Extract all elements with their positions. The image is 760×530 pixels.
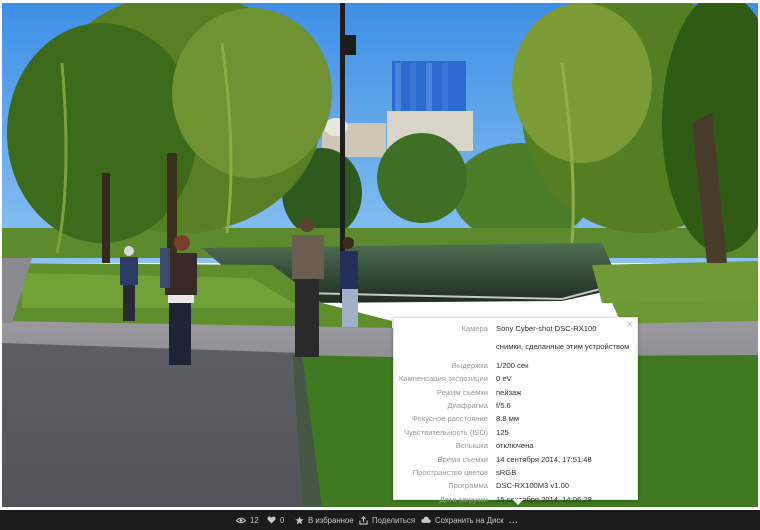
exif-label: Камера xyxy=(461,324,488,333)
exif-row: Вспышка отключена xyxy=(394,439,637,452)
exif-label: Фокусное расстояние xyxy=(411,414,488,424)
eye-icon xyxy=(236,517,246,523)
exif-row: Время съемки 14 сентября 2014, 17:51:48 xyxy=(394,453,637,466)
exif-label: Дата загрузки xyxy=(439,494,488,504)
exif-row: Выдержка 1/200 сек xyxy=(394,359,637,372)
exif-value: 14 сентября 2014, 17:51:48 xyxy=(496,454,592,464)
likes-count: 0 xyxy=(280,515,285,525)
exif-label: Выдержка xyxy=(451,360,488,370)
exif-row: Программа DSC-RX100M3 v1.00 xyxy=(394,479,637,492)
camera-model-link[interactable]: Sony Cyber-shot DSC-RX100 xyxy=(496,322,637,340)
exif-label: Режим съемки xyxy=(436,387,488,397)
exif-value: 1/200 сек xyxy=(496,360,529,370)
like-button[interactable]: 0 xyxy=(267,510,284,530)
exif-label: Вспышка xyxy=(455,441,488,451)
star-icon xyxy=(295,515,304,524)
exif-label: Компенсация экспозиции xyxy=(398,374,488,384)
views-counter: 12 xyxy=(236,510,259,530)
popup-pointer xyxy=(512,499,524,505)
exif-value: 125 xyxy=(496,427,509,437)
more-label: ... xyxy=(509,515,519,525)
exif-table: Камера Sony Cyber-shot DSC-RX100 снимки,… xyxy=(394,322,637,506)
share-button[interactable]: Поделиться xyxy=(359,510,415,530)
save-label: Сохранить на Диск xyxy=(435,515,504,525)
exif-row-camera: Камера Sony Cyber-shot DSC-RX100 xyxy=(394,322,637,340)
exif-value: sRGB xyxy=(496,468,517,478)
exif-row: Фокусное расстояние 8.8 мм xyxy=(394,412,637,425)
exif-row: Чувствительность (ISO) 125 xyxy=(394,426,637,439)
exif-row: Режим съемки пейзаж xyxy=(394,386,637,399)
save-to-disk-button[interactable]: Сохранить на Диск xyxy=(421,510,504,530)
exif-label: Пространство цветов xyxy=(412,468,488,478)
photo-viewer: × Камера Sony Cyber-shot DSC-RX100 снимк… xyxy=(0,0,760,510)
exif-row: Пространство цветов sRGB xyxy=(394,466,637,479)
exif-value: DSC-RX100M3 v1.00 xyxy=(496,481,570,491)
exif-label: Диафрагма xyxy=(447,401,488,411)
exif-row-camera-link: снимки, сделанные этим устройством xyxy=(394,340,637,358)
exif-label: Чувствительность (ISO) xyxy=(403,427,488,437)
heart-icon xyxy=(267,516,276,524)
exif-label: Время съемки xyxy=(437,454,488,464)
park-photo-image xyxy=(2,3,758,507)
exif-row: Диафрагма f/5.6 xyxy=(394,399,637,412)
exif-info-popup: × Камера Sony Cyber-shot DSC-RX100 снимк… xyxy=(393,317,638,505)
exif-value: f/5.6 xyxy=(496,401,511,411)
close-icon[interactable]: × xyxy=(627,319,633,331)
exif-label xyxy=(394,340,496,358)
views-count: 12 xyxy=(250,515,259,525)
cloud-download-icon xyxy=(421,516,431,523)
bottom-toolbar: 12 0 В избранное Поделиться Сохранить на… xyxy=(0,510,760,530)
exif-label: Программа xyxy=(448,481,488,491)
exif-value: отключена xyxy=(496,441,534,451)
favorite-label: В избранное xyxy=(308,515,354,525)
share-label: Поделиться xyxy=(372,515,416,525)
camera-photos-link[interactable]: снимки, сделанные этим устройством xyxy=(496,340,637,358)
share-icon xyxy=(359,515,368,525)
favorite-button[interactable]: В избранное xyxy=(295,510,354,530)
exif-value: пейзаж xyxy=(496,387,522,397)
photo[interactable] xyxy=(2,3,758,507)
exif-value: 8.8 мм xyxy=(496,414,520,424)
more-button[interactable]: ... xyxy=(509,510,519,530)
exif-value: 0 eV xyxy=(496,374,512,384)
exif-row: Компенсация экспозиции 0 eV xyxy=(394,372,637,385)
